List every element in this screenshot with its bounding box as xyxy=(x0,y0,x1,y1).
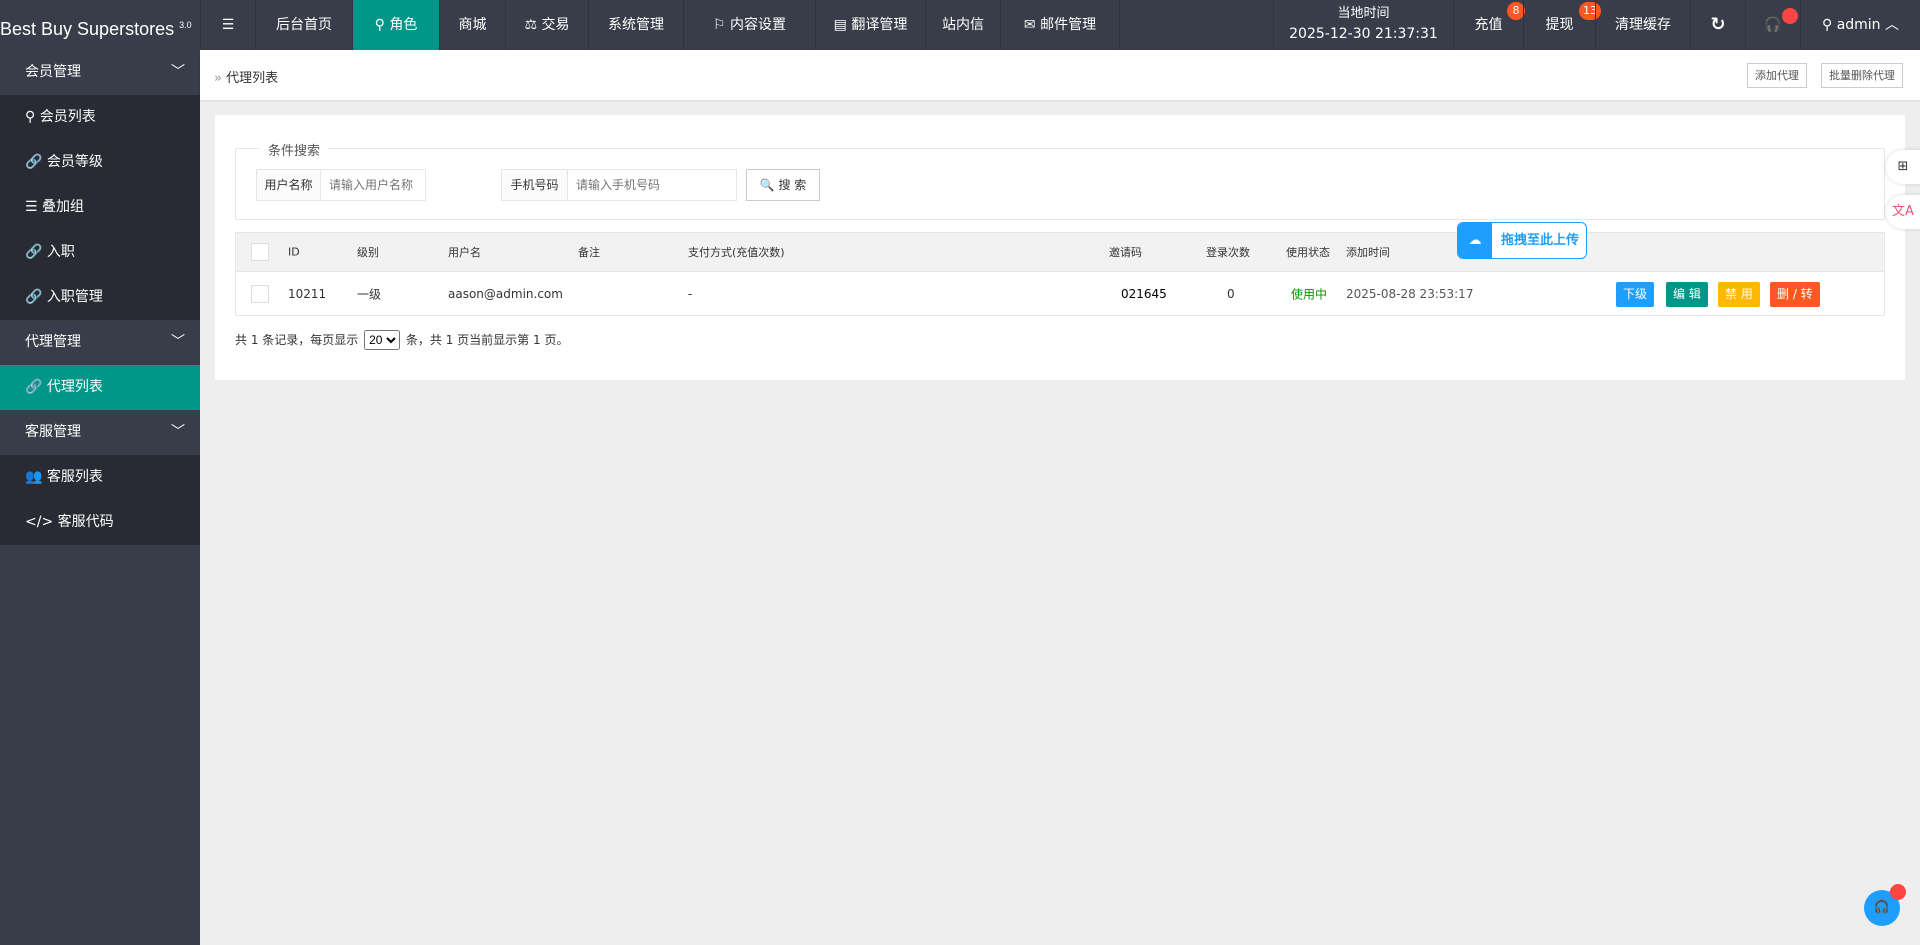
row-checkbox[interactable] xyxy=(251,284,269,303)
subordinate-button[interactable]: 下级 xyxy=(1616,282,1655,307)
scale-icon: ⚖ xyxy=(524,17,542,33)
sidebar-group-members[interactable]: 会员管理 ﹀ xyxy=(0,50,200,95)
link-icon: 🔗 xyxy=(25,289,47,305)
nav-trade[interactable]: ⚖ 交易 xyxy=(505,0,588,50)
link-icon: 🔗 xyxy=(25,244,47,260)
sidebar-item-agent-list[interactable]: 🔗 代理列表 xyxy=(0,365,200,410)
refresh-icon[interactable]: ↻ xyxy=(1690,0,1745,50)
sidebar-item-support-list[interactable]: 👥 客服列表 xyxy=(0,455,200,500)
sidebar-item-member-level[interactable]: 🔗 会员等级 xyxy=(0,140,200,185)
flag-icon: ⚐ xyxy=(712,17,730,33)
headset-icon[interactable]: 🎧 xyxy=(1745,0,1800,50)
batch-delete-button[interactable]: 批量删除代理 xyxy=(1821,63,1903,88)
sidebar-group-agents[interactable]: 代理管理 ﹀ xyxy=(0,320,200,365)
pagination: 共 1 条记录，每页显示 20 条，共 1 页当前显示第 1 页。 xyxy=(235,330,568,350)
nav-mail[interactable]: ✉ 邮件管理 xyxy=(1000,0,1120,50)
nav-translate[interactable]: ▤ 翻译管理 xyxy=(815,0,925,50)
nav-system[interactable]: 系统管理 xyxy=(588,0,683,50)
chevron-down-icon: ﹀ xyxy=(171,424,185,440)
logo: Best Buy Superstores 3.0 xyxy=(0,19,192,39)
notification-dot xyxy=(1782,8,1798,24)
nav-role[interactable]: ⚲ 角色 xyxy=(352,0,439,50)
chevron-down-icon: ﹀ xyxy=(171,64,185,80)
clear-cache-button[interactable]: 清理缓存 xyxy=(1595,0,1690,50)
nav-content[interactable]: ⚐ 内容设置 xyxy=(683,0,815,50)
headset-icon: 🎧 xyxy=(1873,900,1891,915)
link-icon: 🔗 xyxy=(25,154,47,170)
agent-table: ID 级别 用户名 备注 支付方式(充值次数) 邀请码 登录次数 使用状态 添加… xyxy=(235,232,1885,316)
sidebar-item-stack-group[interactable]: ☰ 叠加组 xyxy=(0,185,200,230)
support-chat-button[interactable]: 🎧 xyxy=(1864,884,1906,926)
code-icon: </> xyxy=(25,514,58,530)
nav-home[interactable]: 后台首页 xyxy=(255,0,352,50)
double-chevron-icon: » xyxy=(214,71,227,86)
menu-toggle-icon[interactable]: ☰ xyxy=(200,0,255,50)
select-all-checkbox[interactable] xyxy=(251,243,269,261)
table-row: 10211 一级 aason@admin.com - 021645 0 使用中 … xyxy=(236,271,1884,315)
cloud-upload-icon: ☁ xyxy=(1458,223,1492,258)
upload-drop-zone[interactable]: ☁ 拖拽至此上传 xyxy=(1457,222,1587,259)
add-agent-button[interactable]: 添加代理 xyxy=(1747,63,1807,88)
user-menu[interactable]: ⚲ admin ︿ xyxy=(1800,0,1920,50)
top-bar: Best Buy Superstores 3.0 ☰ 后台首页 ⚲ 角色 商城 … xyxy=(0,0,1920,50)
notification-dot xyxy=(1890,884,1906,900)
breadcrumb: » 代理列表 添加代理 批量删除代理 xyxy=(200,50,1920,100)
username-input[interactable] xyxy=(321,170,425,200)
search-icon: 🔍 xyxy=(759,178,779,192)
sidebar-item-member-list[interactable]: ⚲ 会员列表 xyxy=(0,95,200,140)
sidebar: 会员管理 ﹀ ⚲ 会员列表 🔗 会员等级 ☰ 叠加组 🔗 入职 🔗 入职管理 代理… xyxy=(0,50,200,945)
user-icon: ⚲ xyxy=(1821,17,1837,33)
delete-transfer-button[interactable]: 删 / 转 xyxy=(1770,282,1820,307)
apps-icon[interactable]: ⊞ xyxy=(1886,150,1920,184)
phone-field-group: 手机号码 xyxy=(501,169,737,201)
user-icon: ⚲ xyxy=(374,17,390,33)
phone-input[interactable] xyxy=(568,170,736,200)
search-fieldset: 条件搜索 用户名称 手机号码 🔍 搜 索 xyxy=(235,140,1885,220)
link-icon: 🔗 xyxy=(25,379,47,395)
disable-button[interactable]: 禁 用 xyxy=(1718,282,1760,307)
sidebar-group-support[interactable]: 客服管理 ﹀ xyxy=(0,410,200,455)
chevron-down-icon: ﹀ xyxy=(171,334,185,350)
username-field-group: 用户名称 xyxy=(256,169,426,201)
user-icon: ⚲ xyxy=(25,109,40,125)
sidebar-item-onboard[interactable]: 🔗 入职 xyxy=(0,230,200,275)
chevron-up-icon: ︿ xyxy=(1885,17,1900,33)
search-button[interactable]: 🔍 搜 索 xyxy=(746,169,820,201)
withdraw-button[interactable]: 提现 13 xyxy=(1523,0,1601,50)
users-icon: 👥 xyxy=(25,469,47,485)
edit-button[interactable]: 编 辑 xyxy=(1666,282,1708,307)
table-header: ID 级别 用户名 备注 支付方式(充值次数) 邀请码 登录次数 使用状态 添加… xyxy=(236,233,1884,271)
nav-messages[interactable]: 站内信 xyxy=(925,0,1000,50)
translate-icon: ▤ xyxy=(833,17,852,33)
page-size-select[interactable]: 20 xyxy=(364,330,401,350)
translate-float-icon[interactable]: 文A xyxy=(1886,195,1920,229)
content-card: 条件搜索 用户名称 手机号码 🔍 搜 索 ID 级别 用户名 备注 支付方式(充… xyxy=(215,115,1905,380)
sidebar-item-support-code[interactable]: </> 客服代码 xyxy=(0,500,200,545)
sidebar-item-onboard-manage[interactable]: 🔗 入职管理 xyxy=(0,275,200,320)
recharge-button[interactable]: 充值 8 xyxy=(1453,0,1525,50)
list-icon: ☰ xyxy=(25,199,43,215)
nav-mall[interactable]: 商城 xyxy=(439,0,505,50)
local-time: 当地时间 2025-12-30 21:37:31 xyxy=(1273,0,1453,50)
mail-icon: ✉ xyxy=(1023,17,1041,33)
